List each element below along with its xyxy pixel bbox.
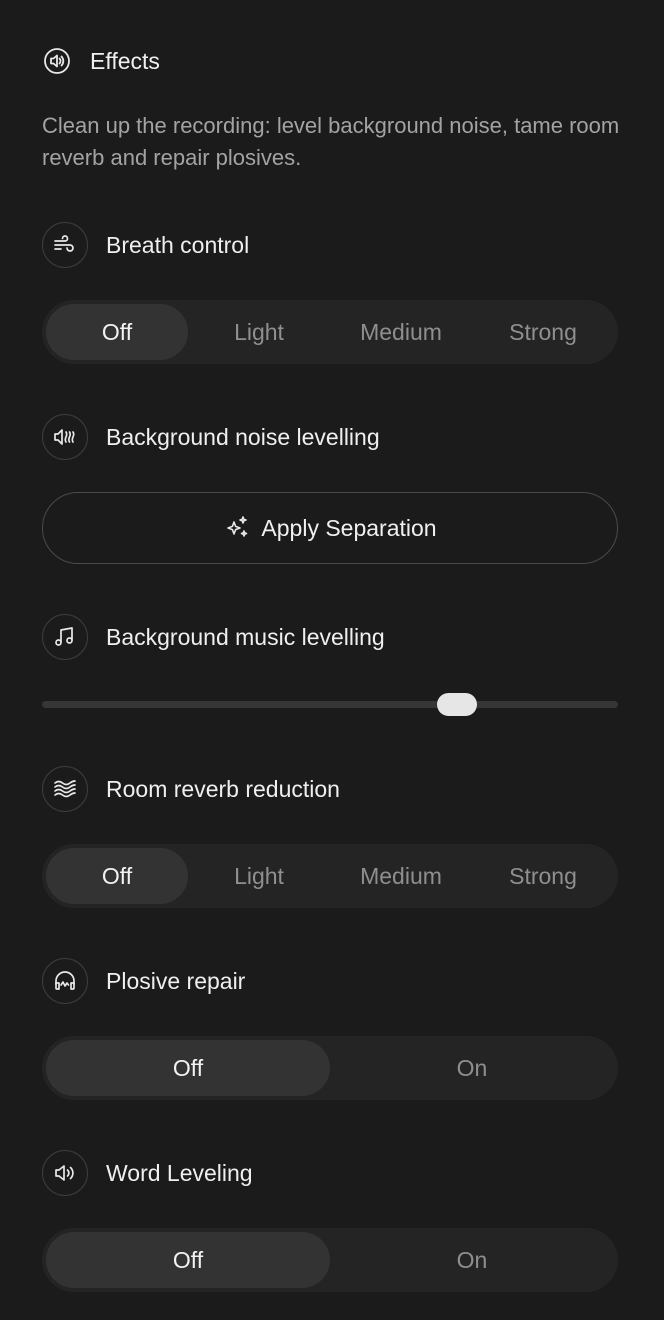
panel-title: Effects	[90, 47, 160, 74]
breath-option-strong[interactable]: Strong	[472, 304, 614, 360]
sparkles-icon	[223, 514, 251, 542]
breath-control-selector: Off Light Medium Strong	[42, 300, 618, 364]
reverb-option-light[interactable]: Light	[188, 848, 330, 904]
room-reverb-label: Room reverb reduction	[106, 775, 340, 802]
slider-thumb[interactable]	[436, 693, 477, 716]
plosive-repair-label: Plosive repair	[106, 967, 246, 994]
breath-control-header: Breath control	[42, 221, 249, 269]
room-reverb-selector: Off Light Medium Strong	[42, 844, 618, 908]
speaker-circle-icon	[42, 46, 72, 76]
wind-icon	[42, 222, 88, 268]
speaker-waves-icon	[42, 414, 88, 460]
apply-separation-label: Apply Separation	[261, 514, 437, 541]
apply-separation-button[interactable]: Apply Separation	[42, 492, 618, 564]
noise-levelling-label: Background noise levelling	[106, 423, 380, 450]
word-option-on[interactable]: On	[330, 1232, 614, 1288]
breath-option-off[interactable]: Off	[46, 304, 188, 360]
panel-header: Effects	[42, 44, 160, 78]
plosive-repair-header: Plosive repair	[42, 957, 245, 1005]
word-leveling-label: Word Leveling	[106, 1159, 253, 1186]
word-leveling-selector: Off On	[42, 1228, 618, 1292]
word-leveling-header: Word Leveling	[42, 1149, 253, 1197]
breath-control-label: Breath control	[106, 231, 250, 258]
music-levelling-label: Background music levelling	[106, 623, 385, 650]
reverb-option-off[interactable]: Off	[46, 848, 188, 904]
panel-description: Clean up the recording: level background…	[42, 113, 620, 170]
room-reverb-header: Room reverb reduction	[42, 765, 340, 813]
breath-option-medium[interactable]: Medium	[330, 304, 472, 360]
waves-icon	[42, 766, 88, 812]
effects-panel: Effects Clean up the recording: level ba…	[0, 0, 664, 1320]
headphones-icon	[42, 958, 88, 1004]
word-option-off[interactable]: Off	[46, 1232, 330, 1288]
slider-track[interactable]	[42, 701, 618, 708]
speaker-icon	[42, 1150, 88, 1196]
noise-levelling-header: Background noise levelling	[42, 413, 380, 461]
plosive-option-off[interactable]: Off	[46, 1040, 330, 1096]
reverb-option-strong[interactable]: Strong	[472, 848, 614, 904]
music-levelling-slider[interactable]	[42, 690, 618, 720]
plosive-option-on[interactable]: On	[330, 1040, 614, 1096]
reverb-option-medium[interactable]: Medium	[330, 848, 472, 904]
music-levelling-header: Background music levelling	[42, 613, 385, 661]
plosive-repair-selector: Off On	[42, 1036, 618, 1100]
music-note-icon	[42, 614, 88, 660]
breath-option-light[interactable]: Light	[188, 304, 330, 360]
